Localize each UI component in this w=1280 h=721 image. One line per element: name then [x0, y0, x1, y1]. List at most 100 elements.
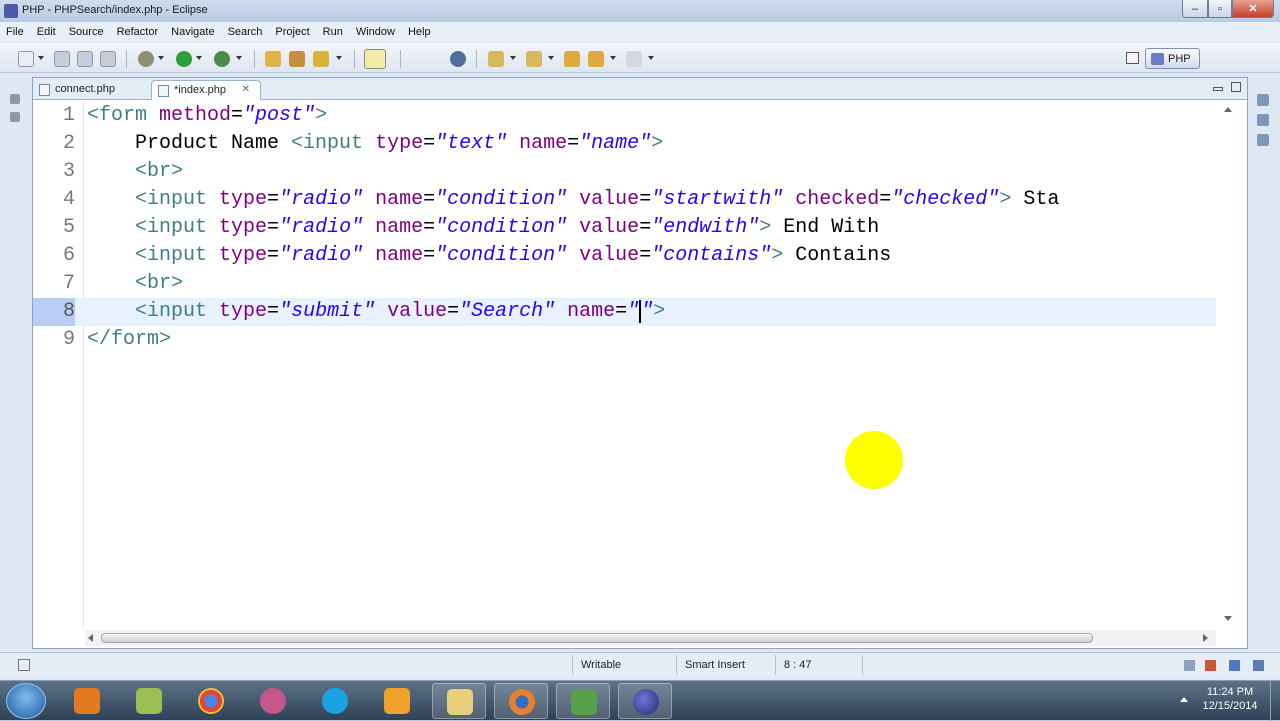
menu-edit[interactable]: Edit [37, 26, 56, 38]
problems-icon[interactable] [1205, 660, 1216, 671]
print-icon[interactable] [100, 51, 116, 67]
save-all-icon[interactable] [77, 51, 93, 67]
restore-outline-icon[interactable] [1257, 94, 1269, 106]
tab-close-icon[interactable]: ✕ [242, 84, 250, 95]
vertical-scrollbar[interactable] [1216, 101, 1247, 629]
code-line[interactable]: 1 <form method="post"> [33, 102, 1216, 130]
maximize-button[interactable]: ▫ [1208, 0, 1232, 18]
restore-view-icon[interactable] [10, 94, 20, 104]
horizontal-scrollbar[interactable] [85, 630, 1216, 646]
outline-view-icon[interactable] [1257, 114, 1269, 126]
code-line[interactable]: 6 <input type="radio" name="condition" v… [33, 242, 1216, 270]
next-annotation-dropdown-icon[interactable] [510, 56, 516, 60]
menu-navigate[interactable]: Navigate [171, 26, 214, 38]
scroll-up-icon[interactable] [1224, 107, 1232, 112]
menu-source[interactable]: Source [69, 26, 104, 38]
run-dropdown-icon[interactable] [196, 56, 202, 60]
search-icon[interactable] [214, 51, 230, 67]
explorer-icon[interactable] [432, 683, 486, 719]
code-editor[interactable]: 1 <form method="post"> 2 Product Name <inp… [33, 101, 1216, 629]
line-number: 4 [62, 188, 75, 211]
line-number: 6 [62, 244, 75, 267]
start-button[interactable] [6, 683, 46, 719]
eclipse-icon[interactable] [618, 683, 672, 719]
scroll-right-icon[interactable] [1203, 634, 1208, 642]
code-token: "condition" [435, 188, 568, 211]
skype-icon[interactable] [308, 683, 362, 719]
code-token: = [567, 132, 580, 155]
horizontal-scroll-thumb[interactable] [101, 633, 1093, 643]
menu-file[interactable]: File [6, 26, 24, 38]
writable-status: Writable [581, 659, 622, 671]
run-icon[interactable] [176, 51, 192, 67]
php-perspective-icon [1151, 53, 1164, 65]
globe-icon[interactable] [450, 51, 466, 67]
toggle-highlight-icon[interactable] [364, 49, 386, 69]
media-player-icon[interactable] [60, 683, 114, 719]
save-icon[interactable] [54, 51, 70, 67]
back-dropdown-icon[interactable] [610, 56, 616, 60]
task-manager-icon[interactable] [556, 683, 610, 719]
scroll-left-icon[interactable] [88, 634, 93, 642]
minimize-button[interactable]: – [1182, 0, 1208, 18]
menu-help[interactable]: Help [408, 26, 431, 38]
tab-index-php[interactable]: *index.php ✕ [151, 80, 261, 100]
type-hierarchy-icon[interactable] [1257, 134, 1269, 146]
scroll-down-icon[interactable] [1224, 616, 1232, 621]
code-line[interactable]: 7 <br> [33, 270, 1216, 298]
menu-search[interactable]: Search [228, 26, 263, 38]
open-resource-icon[interactable] [289, 51, 305, 67]
code-content: </form> [87, 326, 171, 354]
console-icon[interactable] [1229, 660, 1240, 671]
file-manager-icon[interactable] [122, 683, 176, 719]
php-explorer-icon[interactable] [10, 112, 20, 122]
prev-annotation-dropdown-icon[interactable] [548, 56, 554, 60]
minimize-editor-icon[interactable] [1213, 87, 1223, 91]
tasks-icon[interactable] [1253, 660, 1264, 671]
back-icon[interactable] [588, 51, 604, 67]
system-clock[interactable]: 11:24 PM 12/15/2014 [1198, 685, 1262, 713]
debug-dropdown-icon[interactable] [158, 56, 164, 60]
fast-view-icon[interactable] [18, 659, 30, 671]
show-hidden-icons-icon[interactable] [1180, 697, 1188, 702]
code-token: = [615, 300, 628, 323]
progress-view-icon[interactable] [1184, 660, 1195, 671]
show-desktop-button[interactable] [1270, 681, 1280, 721]
code-token: "submit" [279, 300, 376, 323]
code-token: "radio" [279, 244, 364, 267]
forward-icon[interactable] [626, 51, 642, 67]
chrome-icon[interactable] [184, 683, 238, 719]
menu-run[interactable]: Run [323, 26, 343, 38]
new-icon[interactable] [18, 51, 34, 67]
open-perspective-icon[interactable] [1126, 52, 1139, 64]
code-token: <form [87, 104, 160, 127]
next-annotation-icon[interactable] [488, 51, 504, 67]
firefox-icon[interactable] [494, 683, 548, 719]
tab-connect-php[interactable]: connect.php [33, 80, 151, 100]
tools-dropdown-icon[interactable] [336, 56, 342, 60]
code-line[interactable]: 3 <br> [33, 158, 1216, 186]
code-line[interactable]: 8 <input type="submit" value="Search" na… [33, 298, 1216, 326]
code-line[interactable]: 2 Product Name <input type="text" name="… [33, 130, 1216, 158]
code-token: <input [135, 244, 220, 267]
forward-dropdown-icon[interactable] [648, 56, 654, 60]
close-button[interactable]: ✕ [1232, 0, 1274, 18]
perspective-switcher[interactable]: PHP [1145, 48, 1200, 69]
search-dropdown-icon[interactable] [236, 56, 242, 60]
menu-window[interactable]: Window [356, 26, 395, 38]
open-type-icon[interactable] [265, 51, 281, 67]
outlook-icon[interactable] [370, 683, 424, 719]
maximize-editor-icon[interactable] [1231, 82, 1241, 92]
debug-icon[interactable] [138, 51, 154, 67]
code-content: <form method="post"> [87, 102, 327, 130]
code-line[interactable]: 4 <input type="radio" name="condition" v… [33, 186, 1216, 214]
messenger-icon[interactable] [246, 683, 300, 719]
code-line[interactable]: 9 </form> [33, 326, 1216, 354]
new-dropdown-icon[interactable] [38, 56, 44, 60]
code-line[interactable]: 5 <input type="radio" name="condition" v… [33, 214, 1216, 242]
prev-annotation-icon[interactable] [526, 51, 542, 67]
menu-refactor[interactable]: Refactor [117, 26, 159, 38]
last-edit-icon[interactable] [564, 51, 580, 67]
mark-occurrences-icon[interactable] [313, 51, 329, 67]
menu-project[interactable]: Project [275, 26, 309, 38]
